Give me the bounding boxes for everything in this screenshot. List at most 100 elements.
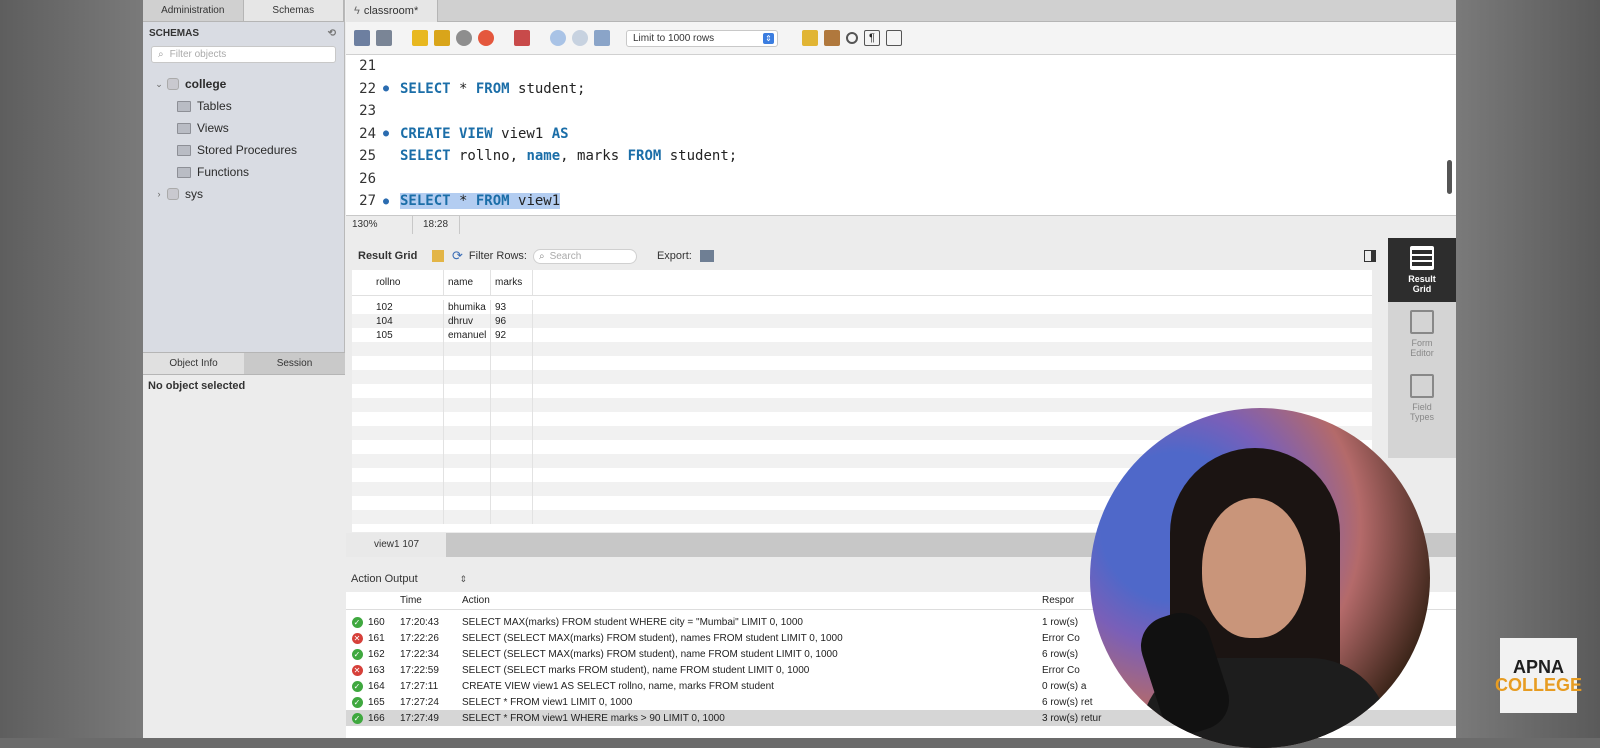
tab-schemas[interactable]: Schemas <box>243 0 344 21</box>
invisible-chars-icon[interactable]: ¶ <box>864 30 880 46</box>
zoom-level[interactable]: 130% <box>346 219 412 230</box>
sql-keyword: SELECT <box>400 148 451 164</box>
column-header-time[interactable]: Time <box>400 595 462 606</box>
status-cell: ✓ <box>346 696 368 708</box>
filter-rows-input[interactable]: ⌕ Search <box>532 248 637 264</box>
open-folder-icon[interactable] <box>354 30 370 46</box>
column-header-name[interactable]: name <box>444 270 491 295</box>
tree-item-stored-procedures[interactable]: Stored Procedures <box>143 139 344 161</box>
refresh-icon[interactable]: ⟲ <box>328 28 336 39</box>
presenter-face <box>1202 498 1306 638</box>
line-number: 26 <box>359 170 376 187</box>
tree-item-functions[interactable]: Functions <box>143 161 344 183</box>
result-grid-title: Result Grid <box>358 250 418 262</box>
editor-line[interactable]: 25 SELECT rollno, name, marks FROM studen… <box>346 145 737 167</box>
tab-classroom[interactable]: ϟ classroom* <box>346 0 438 22</box>
table-cell <box>372 440 444 454</box>
table-cell <box>372 482 444 496</box>
filter-placeholder: Filter objects <box>169 49 227 60</box>
info-panel: Object Info Session No object selected <box>143 352 345 738</box>
tab-administration[interactable]: Administration <box>143 0 244 21</box>
sql-keyword: SELECT <box>400 80 451 97</box>
navigator-panel: Administration Schemas SCHEMAS ⟲ ⌕ Filte… <box>143 0 345 738</box>
action-time-cell: 17:27:49 <box>400 712 439 724</box>
action-num-cell: 161 <box>368 632 385 644</box>
table-cell <box>372 510 444 524</box>
success-icon: ✓ <box>351 696 363 708</box>
toggle-errors-icon[interactable] <box>514 30 530 46</box>
limit-rows-select[interactable]: Limit to 1000 rows ⇕ <box>626 29 778 47</box>
execute-current-icon[interactable] <box>434 30 450 46</box>
table-cell <box>444 384 491 398</box>
tree-item-sys[interactable]: › sys <box>143 183 344 205</box>
export-icon[interactable] <box>699 250 714 262</box>
query-tabs: ϟ classroom* <box>346 0 1456 22</box>
status-cell: ✓ <box>346 648 368 660</box>
field-types-button[interactable]: Field Types <box>1388 366 1456 430</box>
table-cell <box>444 356 491 370</box>
table-cell <box>491 482 533 496</box>
sql-keyword: FROM <box>475 80 510 97</box>
table-cell: 93 <box>491 300 533 314</box>
refresh-icon[interactable]: ⟳ <box>452 248 463 264</box>
chevron-right-icon[interactable]: › <box>151 189 167 199</box>
action-output-title[interactable]: Action Output <box>351 573 418 585</box>
execute-icon[interactable] <box>412 30 428 46</box>
rollback-icon[interactable] <box>572 30 588 46</box>
find-icon[interactable] <box>846 32 858 44</box>
success-icon: ✓ <box>351 616 363 628</box>
table-row[interactable]: 104 dhruv 96 <box>352 314 1372 328</box>
commit-icon[interactable] <box>550 30 566 46</box>
table-cell: emanuel <box>444 328 491 342</box>
sql-editor[interactable]: 21 22 ● SELECT * FROM student; 23 24 ● CREATE V… <box>346 55 1456 215</box>
tab-object-info[interactable]: Object Info <box>143 353 244 374</box>
broom-icon[interactable] <box>824 30 840 46</box>
form-editor-button[interactable]: Form Editor <box>1388 302 1456 366</box>
sql-text: view1 <box>509 193 561 209</box>
explain-icon[interactable] <box>456 30 472 46</box>
line-number: 21 <box>359 58 376 74</box>
editor-line[interactable]: 21 <box>346 55 400 77</box>
result-grid-button[interactable]: Result Grid <box>1388 238 1456 302</box>
editor-scrollbar[interactable] <box>1447 160 1452 194</box>
editor-line[interactable]: 22 ● SELECT * FROM student; <box>346 78 585 100</box>
chevron-updown-icon[interactable]: ⇕ <box>460 574 468 585</box>
filter-objects-input[interactable]: ⌕ Filter objects <box>151 46 336 63</box>
autocommit-icon[interactable] <box>594 30 610 46</box>
column-header-action[interactable]: Action <box>462 595 1042 606</box>
table-row[interactable]: 105 emanuel 92 <box>352 328 1372 342</box>
toggle-panel-icon[interactable] <box>1364 250 1376 262</box>
editor-line[interactable]: 24 ● CREATE VIEW view1 AS <box>346 123 568 145</box>
editor-line[interactable]: 27 ● SELECT * FROM view1 <box>346 190 561 212</box>
tree-item-label: Tables <box>197 99 232 113</box>
save-icon[interactable] <box>376 30 392 46</box>
tree-item-views[interactable]: Views <box>143 117 344 139</box>
search-icon: ⌕ <box>158 49 164 60</box>
table-cell: dhruv <box>444 314 491 328</box>
grid-icon[interactable] <box>432 250 444 262</box>
table-cell <box>372 454 444 468</box>
table-cell <box>444 398 491 412</box>
column-header-marks[interactable]: marks <box>491 270 533 295</box>
action-action-cell: CREATE VIEW view1 AS SELECT rollno, name… <box>462 680 774 692</box>
table-cell <box>444 496 491 510</box>
table-row[interactable]: 102 bhumika 93 <box>352 300 1372 314</box>
tab-view1-107[interactable]: view1 107 <box>346 533 446 557</box>
table-cell: 92 <box>491 328 533 342</box>
table-cell <box>372 342 444 356</box>
editor-line[interactable]: 26 <box>346 168 400 190</box>
tree-item-college[interactable]: ⌄ college <box>143 73 344 95</box>
column-header-rollno[interactable]: rollno <box>372 270 444 295</box>
tree-item-label: Functions <box>197 165 250 179</box>
result-toolbar: Result Grid ⟳ Filter Rows: ⌕ Search Expo… <box>346 243 1456 269</box>
wrap-lines-icon[interactable] <box>886 30 902 46</box>
stop-icon[interactable] <box>478 30 494 46</box>
table-row <box>352 384 1372 398</box>
editor-line[interactable]: 23 <box>346 100 400 122</box>
tab-session[interactable]: Session <box>244 353 345 374</box>
folder-icon <box>177 144 191 156</box>
line-number: 25 <box>359 148 376 164</box>
chevron-down-icon[interactable]: ⌄ <box>151 79 167 90</box>
beautify-icon[interactable] <box>802 30 818 46</box>
tree-item-tables[interactable]: Tables <box>143 95 344 117</box>
